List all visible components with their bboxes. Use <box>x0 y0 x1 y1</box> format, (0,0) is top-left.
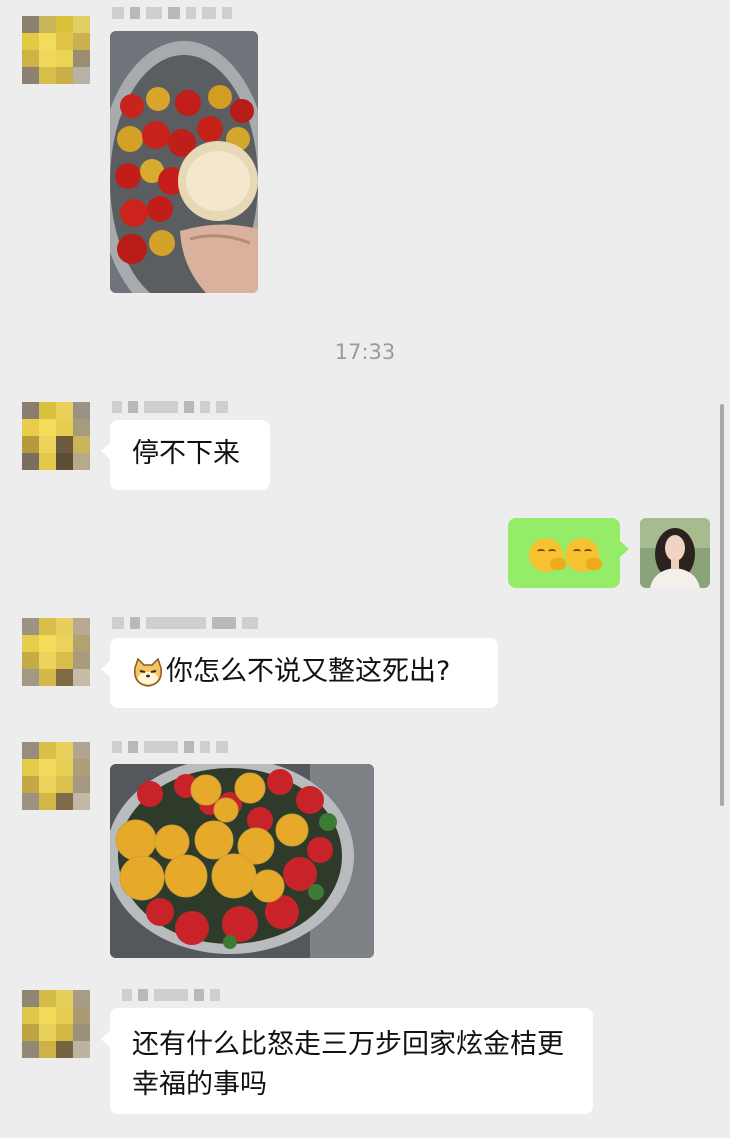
chat-timestamp: 17:33 <box>334 340 396 364</box>
sender-name <box>122 988 220 1002</box>
message-bubble[interactable]: 你怎么不说又整这死出? <box>101 638 498 708</box>
scrollbar[interactable] <box>720 404 724 806</box>
sender-avatar[interactable] <box>22 618 90 686</box>
sender-avatar[interactable] <box>22 402 90 470</box>
message-text: 你怎么不说又整这死出? <box>166 656 451 687</box>
sender-name <box>112 616 258 630</box>
giggling-face-icon <box>565 537 602 572</box>
message-text: 停不下来 <box>132 438 240 469</box>
cat-face-icon <box>132 657 164 688</box>
giggling-face-icon <box>529 537 566 572</box>
sender-avatar[interactable] <box>22 990 90 1058</box>
image-strawberries-pear <box>110 31 258 293</box>
chat-image-strawberries-kumquats[interactable] <box>110 764 374 958</box>
my-avatar[interactable] <box>640 518 710 588</box>
sender-name <box>112 740 228 754</box>
message-bubble-outgoing[interactable] <box>508 518 629 588</box>
message-text: 还有什么比怒走三万步回家炫金桔更幸福的事吗 <box>132 1029 564 1100</box>
message-bubble[interactable]: 还有什么比怒走三万步回家炫金桔更幸福的事吗 <box>101 1008 593 1114</box>
sender-avatar[interactable] <box>22 742 90 810</box>
image-strawberries-kumquats <box>110 764 374 958</box>
message-bubble[interactable]: 停不下来 <box>101 420 270 490</box>
user-photo-icon <box>640 518 710 588</box>
sender-name <box>112 400 228 414</box>
chat-image-strawberries-pear[interactable] <box>110 31 258 293</box>
sender-avatar[interactable] <box>22 16 90 84</box>
sender-name <box>112 6 232 20</box>
